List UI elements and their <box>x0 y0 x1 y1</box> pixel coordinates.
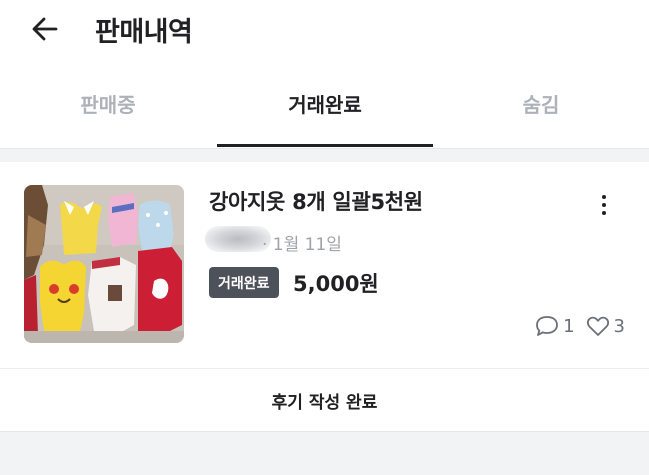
tab-on-sale[interactable]: 판매중 <box>0 58 216 148</box>
heart-icon <box>586 316 609 336</box>
status-badge: 거래완료 <box>209 267 279 298</box>
chat-count-value: 1 <box>563 315 575 337</box>
dog-clothes-photo <box>24 185 184 343</box>
tab-completed[interactable]: 거래완료 <box>217 58 433 148</box>
sale-item-card[interactable]: 강아지옷 8개 일괄5천원 · 1월 11일 거래완료 5,000원 1 3 <box>0 162 649 369</box>
tab-hidden[interactable]: 숨김 <box>433 58 649 148</box>
review-complete-button[interactable]: 후기 작성 완료 <box>0 369 649 432</box>
like-count-value: 3 <box>613 315 625 337</box>
kebab-dot <box>602 211 606 215</box>
like-count: 3 <box>585 314 625 338</box>
item-thumbnail[interactable] <box>24 185 184 343</box>
item-stats: 1 3 <box>524 314 625 338</box>
kebab-dot <box>602 195 606 199</box>
chat-count: 1 <box>534 314 575 338</box>
more-options-button[interactable] <box>590 190 618 220</box>
item-price: 5,000원 <box>293 272 379 296</box>
item-title[interactable]: 강아지옷 8개 일괄5천원 <box>209 186 423 216</box>
item-date: · 1월 11일 <box>262 235 342 255</box>
active-tab-indicator <box>217 144 433 147</box>
back-button[interactable] <box>28 12 62 46</box>
app-header: 판매내역 <box>0 0 649 58</box>
tab-bar: 판매중 거래완료 숨김 <box>0 58 649 149</box>
chat-bubble-icon <box>536 316 558 336</box>
kebab-dot <box>602 203 606 207</box>
arrow-left-icon <box>32 17 58 41</box>
page-title: 판매내역 <box>95 17 193 48</box>
